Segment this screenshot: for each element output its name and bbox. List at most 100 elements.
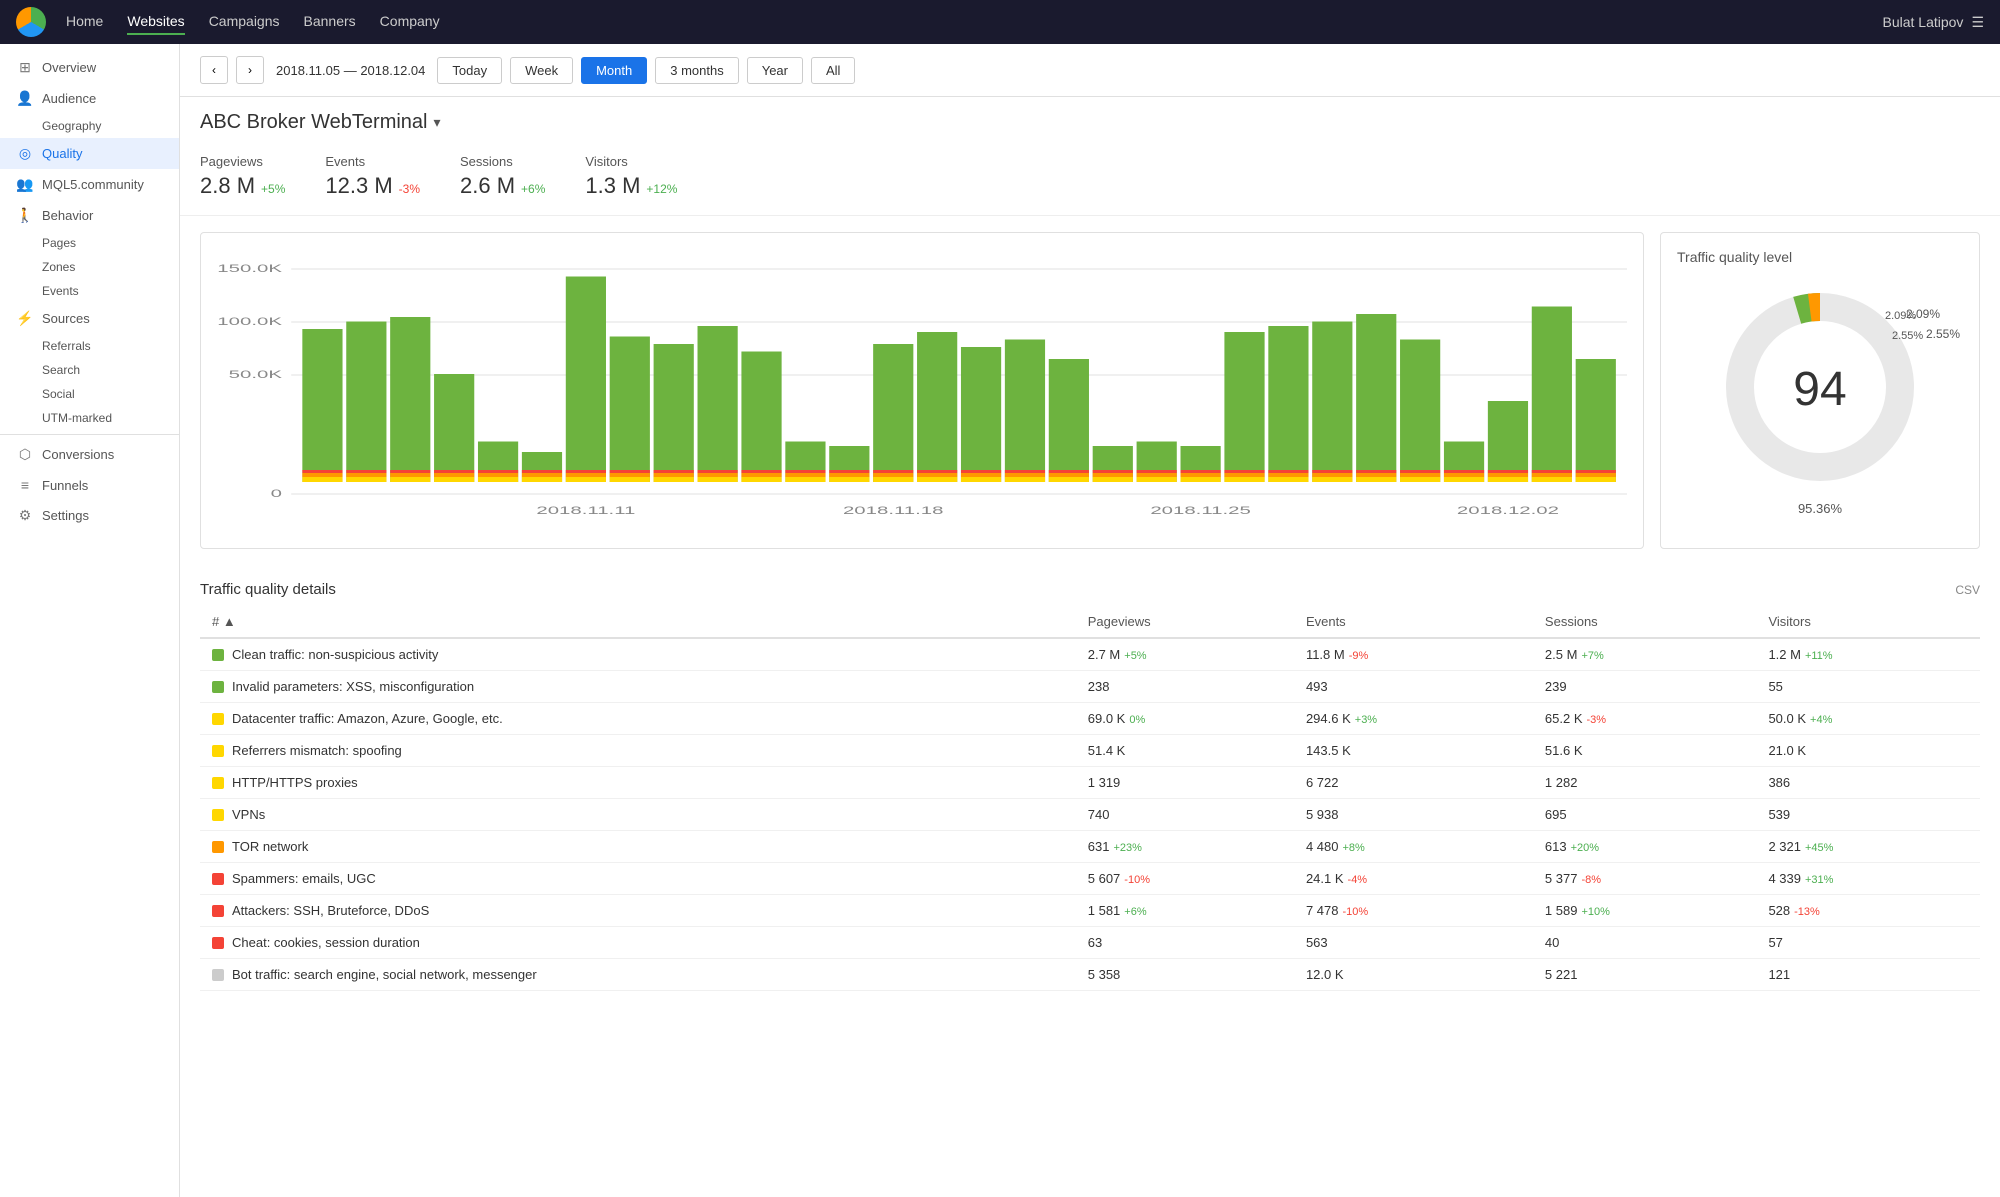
- table-cell-value: 386: [1756, 767, 1980, 799]
- sidebar-label-behavior: Behavior: [42, 208, 93, 223]
- sidebar-item-pages[interactable]: Pages: [0, 231, 179, 255]
- svg-text:50.0K: 50.0K: [229, 369, 282, 381]
- overview-icon: ⊞: [16, 59, 34, 76]
- table-cell-name: Attackers: SSH, Bruteforce, DDoS: [200, 895, 1076, 927]
- logo-icon: [16, 7, 46, 37]
- user-info: Bulat Latipov ☰: [1882, 14, 1984, 31]
- table-cell-value: 2.7 M+5%: [1076, 638, 1294, 671]
- table-cell-value: 65.2 K-3%: [1533, 703, 1757, 735]
- behavior-icon: 🚶: [16, 207, 34, 224]
- row-name: Invalid parameters: XSS, misconfiguratio…: [212, 679, 1064, 694]
- row-color-indicator: [212, 777, 224, 789]
- sidebar-item-zones[interactable]: Zones: [0, 255, 179, 279]
- table-cell-value: 55: [1756, 671, 1980, 703]
- nav-company[interactable]: Company: [380, 9, 440, 35]
- metric-events-label: Events: [325, 154, 420, 169]
- table-cell-value: 1.2 M+11%: [1756, 638, 1980, 671]
- table-cell-value: 6 722: [1294, 767, 1533, 799]
- date-btn-week[interactable]: Week: [510, 57, 573, 84]
- sidebar-item-quality[interactable]: ◎ Quality: [0, 138, 179, 169]
- table-cell-value: 239: [1533, 671, 1757, 703]
- col-header-num[interactable]: # ▲: [200, 606, 1076, 638]
- col-header-sessions[interactable]: Sessions: [1533, 606, 1757, 638]
- table-cell-value: 63: [1076, 927, 1294, 959]
- nav-home[interactable]: Home: [66, 9, 103, 35]
- date-btn-month[interactable]: Month: [581, 57, 647, 84]
- row-name: Cheat: cookies, session duration: [212, 935, 1064, 950]
- csv-button[interactable]: CSV: [1955, 583, 1980, 597]
- nav-campaigns[interactable]: Campaigns: [209, 9, 280, 35]
- table-cell-value: 143.5 K: [1294, 735, 1533, 767]
- date-next-button[interactable]: ›: [236, 56, 264, 84]
- table-cell-name: Referrers mismatch: spoofing: [200, 735, 1076, 767]
- sidebar-item-search[interactable]: Search: [0, 358, 179, 382]
- row-name: TOR network: [212, 839, 1064, 854]
- sidebar-item-conversions[interactable]: ⬡ Conversions: [0, 439, 179, 470]
- sidebar-item-geography[interactable]: Geography: [0, 114, 179, 138]
- nav-websites[interactable]: Websites: [127, 9, 184, 35]
- row-color-indicator: [212, 841, 224, 853]
- sidebar-item-mql5[interactable]: 👥 MQL5.community: [0, 169, 179, 200]
- date-btn-year[interactable]: Year: [747, 57, 803, 84]
- table-cell-value: 1 282: [1533, 767, 1757, 799]
- user-menu-icon[interactable]: ☰: [1971, 14, 1984, 31]
- table-cell-value: 493: [1294, 671, 1533, 703]
- table-cell-value: 631+23%: [1076, 831, 1294, 863]
- sidebar-item-social[interactable]: Social: [0, 382, 179, 406]
- table-cell-value: 51.6 K: [1533, 735, 1757, 767]
- sidebar-section-main: ⊞ Overview 👤 Audience Geography ◎ Qualit…: [0, 44, 179, 539]
- table-row: Spammers: emails, UGC 5 607-10%24.1 K-4%…: [200, 863, 1980, 895]
- metric-events-change: -3%: [399, 182, 420, 196]
- row-name: Referrers mismatch: spoofing: [212, 743, 1064, 758]
- mql5-icon: 👥: [16, 176, 34, 193]
- date-toolbar: ‹ › 2018.11.05 — 2018.12.04 Today Week M…: [180, 44, 2000, 97]
- page-title[interactable]: ABC Broker WebTerminal ▾: [200, 111, 1980, 134]
- sidebar-label-mql5: MQL5.community: [42, 177, 144, 192]
- sidebar-divider: [0, 434, 179, 435]
- table-cell-name: Clean traffic: non-suspicious activity: [200, 638, 1076, 671]
- sidebar-item-overview[interactable]: ⊞ Overview: [0, 52, 179, 83]
- sidebar-item-audience[interactable]: 👤 Audience: [0, 83, 179, 114]
- nav-banners[interactable]: Banners: [304, 9, 356, 35]
- svg-text:2018.11.18: 2018.11.18: [843, 505, 944, 517]
- col-header-visitors[interactable]: Visitors: [1756, 606, 1980, 638]
- date-btn-today[interactable]: Today: [437, 57, 502, 84]
- table-cell-value: 528-13%: [1756, 895, 1980, 927]
- sidebar-item-referrals[interactable]: Referrals: [0, 334, 179, 358]
- date-range-display: 2018.11.05 — 2018.12.04: [276, 63, 425, 78]
- donut-bottom-label: 95.36%: [1798, 501, 1842, 516]
- row-color-indicator: [212, 809, 224, 821]
- table-body: Clean traffic: non-suspicious activity 2…: [200, 638, 1980, 991]
- metrics-bar: Pageviews 2.8 M +5% Events 12.3 M -3% Se…: [180, 144, 2000, 216]
- sidebar-item-utm[interactable]: UTM-marked: [0, 406, 179, 430]
- metric-visitors-value: 1.3 M +12%: [585, 173, 677, 199]
- sidebar-item-settings[interactable]: ⚙ Settings: [0, 500, 179, 531]
- table-section: Traffic quality details CSV # ▲ Pageview…: [180, 565, 2000, 1011]
- page-title-dropdown-icon: ▾: [433, 114, 440, 131]
- row-color-indicator: [212, 969, 224, 981]
- sidebar-label-sources: Sources: [42, 311, 90, 326]
- date-prev-button[interactable]: ‹: [200, 56, 228, 84]
- table-cell-value: 4 339+31%: [1756, 863, 1980, 895]
- sidebar-item-events[interactable]: Events: [0, 279, 179, 303]
- col-header-events[interactable]: Events: [1294, 606, 1533, 638]
- metric-visitors-label: Visitors: [585, 154, 677, 169]
- table-cell-name: Bot traffic: search engine, social netwo…: [200, 959, 1076, 991]
- col-header-pageviews[interactable]: Pageviews: [1076, 606, 1294, 638]
- sidebar-item-funnels[interactable]: ≡ Funnels: [0, 470, 179, 500]
- date-btn-all[interactable]: All: [811, 57, 855, 84]
- sidebar-item-behavior[interactable]: 🚶 Behavior: [0, 200, 179, 231]
- sidebar-item-sources[interactable]: ⚡ Sources: [0, 303, 179, 334]
- sidebar-label-settings: Settings: [42, 508, 89, 523]
- settings-icon: ⚙: [16, 507, 34, 524]
- table-cell-value: 613+20%: [1533, 831, 1757, 863]
- main-layout: ⊞ Overview 👤 Audience Geography ◎ Qualit…: [0, 44, 2000, 1197]
- table-cell-value: 5 377-8%: [1533, 863, 1757, 895]
- table-cell-value: 1 581+6%: [1076, 895, 1294, 927]
- metric-events: Events 12.3 M -3%: [325, 154, 420, 199]
- table-row: VPNs 7405 938695539: [200, 799, 1980, 831]
- table-cell-value: 539: [1756, 799, 1980, 831]
- page-title-text: ABC Broker WebTerminal: [200, 111, 427, 134]
- date-btn-3months[interactable]: 3 months: [655, 57, 738, 84]
- table-cell-value: 21.0 K: [1756, 735, 1980, 767]
